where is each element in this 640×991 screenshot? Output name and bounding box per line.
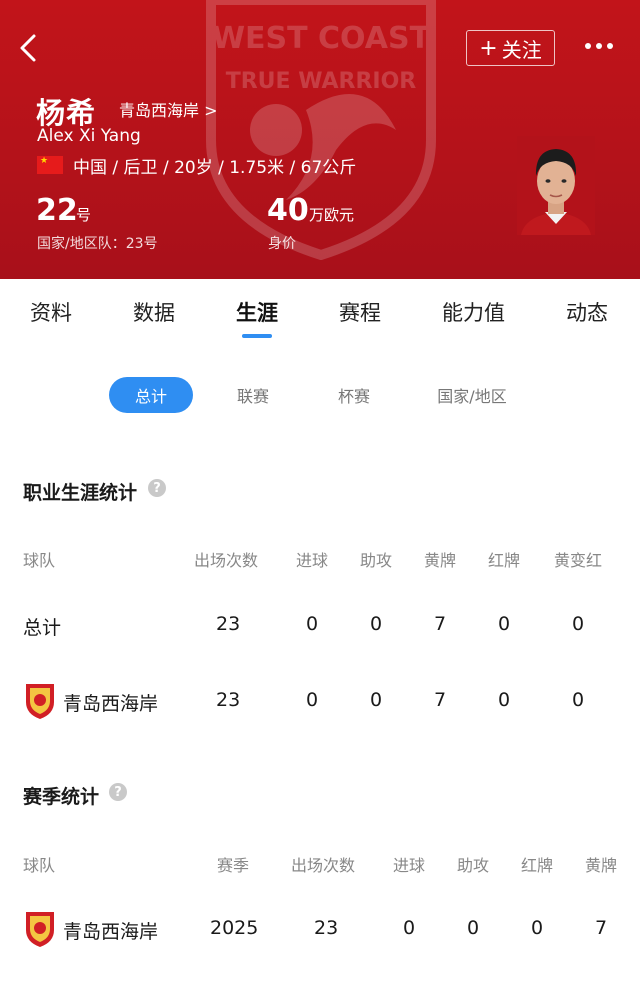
active-tab-indicator: [242, 334, 272, 338]
season-col-goals: 进球: [393, 856, 426, 875]
career-col-red: 红牌: [488, 551, 521, 570]
tab-news[interactable]: 动态: [566, 297, 608, 327]
svg-text:TRUE WARRIOR: TRUE WARRIOR: [226, 69, 417, 94]
team-logo-icon: [26, 912, 54, 947]
profile-tabs: 资料 数据 生涯 赛程 能力值 动态: [0, 279, 640, 339]
more-options-icon[interactable]: [585, 36, 621, 56]
career-row-total-yellow: 7: [434, 613, 447, 635]
season-stats-title: 赛季统计: [23, 786, 100, 808]
season-row-red: 0: [531, 917, 544, 939]
filter-league[interactable]: 联赛: [222, 377, 284, 413]
player-info: 中国 / 后卫 / 20岁 / 1.75米 / 67公斤: [73, 158, 357, 178]
season-row-apps: 23: [314, 917, 339, 939]
china-flag-icon: ★: [37, 156, 63, 174]
market-value: 40: [267, 193, 309, 228]
market-value-label: 身价: [268, 236, 296, 252]
back-arrow-icon[interactable]: [14, 28, 44, 68]
career-row-total-apps: 23: [216, 613, 241, 635]
tab-ability[interactable]: 能力值: [442, 297, 505, 327]
shirt-number-unit: 号: [76, 206, 92, 224]
season-col-season: 赛季: [217, 856, 250, 875]
career-row-team-name[interactable]: 青岛西海岸: [63, 689, 158, 716]
tab-profile[interactable]: 资料: [30, 297, 72, 327]
career-stats-title: 职业生涯统计: [23, 482, 138, 504]
svg-text:WEST COAST: WEST COAST: [212, 21, 431, 56]
plus-icon: +: [479, 35, 498, 61]
shirt-number: 22: [36, 193, 78, 228]
national-team-number: 国家/地区队：23号: [37, 236, 158, 252]
season-row-assists: 0: [467, 917, 480, 939]
help-icon[interactable]: ?: [109, 783, 127, 801]
career-row-team-yellow: 7: [434, 689, 447, 711]
follow-label: 关注: [501, 37, 542, 62]
career-row-total-yellow-red: 0: [572, 613, 585, 635]
career-col-goals: 进球: [296, 551, 329, 570]
career-row-team-goals: 0: [306, 689, 319, 711]
tab-stats[interactable]: 数据: [133, 297, 175, 327]
season-row-team-name[interactable]: 青岛西海岸: [63, 917, 158, 944]
season-row-yellow: 7: [595, 917, 608, 939]
career-col-team: 球队: [23, 551, 56, 570]
career-row-total-team: 总计: [23, 617, 62, 639]
season-col-assists: 助攻: [457, 856, 490, 875]
season-col-red: 红牌: [521, 856, 554, 875]
team-link[interactable]: 青岛西海岸 >: [119, 97, 218, 121]
help-icon[interactable]: ?: [148, 479, 166, 497]
career-col-assists: 助攻: [360, 551, 393, 570]
season-col-yellow: 黄牌: [585, 856, 618, 875]
player-header: WEST COAST TRUE WARRIOR + 关注 杨希 青岛西海岸 > …: [0, 0, 640, 279]
career-row-team-yellow-red: 0: [572, 689, 585, 711]
career-col-yellow: 黄牌: [424, 551, 457, 570]
tab-schedule[interactable]: 赛程: [339, 297, 381, 327]
market-value-unit: 万欧元: [309, 206, 355, 224]
season-row-season: 2025: [210, 917, 259, 939]
tab-career[interactable]: 生涯: [236, 297, 278, 327]
career-row-team-assists: 0: [370, 689, 383, 711]
career-row-total-assists: 0: [370, 613, 383, 635]
career-row-team-red: 0: [498, 689, 511, 711]
career-row-team-apps: 23: [216, 689, 241, 711]
season-col-team: 球队: [23, 856, 56, 875]
career-row-total-goals: 0: [306, 613, 319, 635]
season-row-goals: 0: [403, 917, 416, 939]
player-english-name: Alex Xi Yang: [37, 126, 141, 146]
team-logo-icon: [26, 684, 54, 719]
follow-button[interactable]: + 关注: [466, 30, 555, 66]
season-col-apps: 出场次数: [291, 856, 356, 875]
career-row-total-red: 0: [498, 613, 511, 635]
filter-cup[interactable]: 杯赛: [323, 377, 385, 413]
filter-total[interactable]: 总计: [109, 377, 193, 413]
filter-national[interactable]: 国家/地区: [424, 377, 520, 413]
player-avatar: [517, 136, 595, 235]
career-col-yellow-red: 黄变红: [554, 551, 603, 570]
career-col-apps: 出场次数: [194, 551, 259, 570]
